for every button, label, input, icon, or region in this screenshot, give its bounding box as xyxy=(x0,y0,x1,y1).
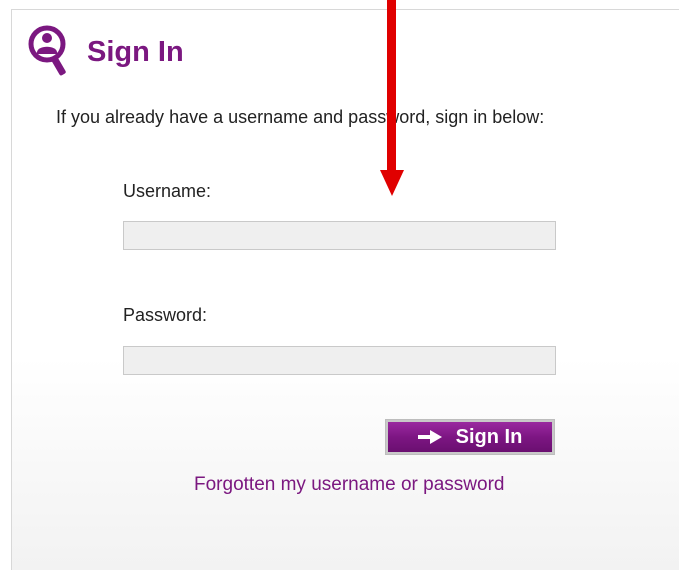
sign-in-button[interactable]: Sign In xyxy=(385,419,555,455)
username-input[interactable] xyxy=(123,221,556,250)
user-magnifier-icon xyxy=(28,25,66,76)
password-label: Password: xyxy=(123,305,208,325)
sign-in-button-label: Sign In xyxy=(455,425,523,448)
password-input[interactable] xyxy=(123,346,556,375)
username-label: Username: xyxy=(123,181,212,201)
arrow-right-icon xyxy=(417,430,442,444)
signin-header: Sign In xyxy=(27,22,184,82)
red-arrow-down-icon xyxy=(380,0,404,196)
signin-instructions: If you already have a username and passw… xyxy=(56,107,545,127)
page-title: Sign In xyxy=(87,35,184,68)
forgot-credentials-link[interactable]: Forgotten my username or password xyxy=(194,474,504,496)
